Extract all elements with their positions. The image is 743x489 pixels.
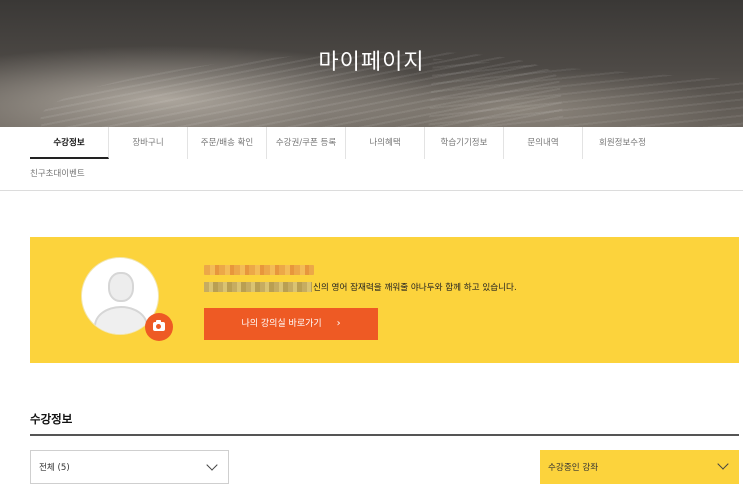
hero-banner: 마이페이지 <box>0 0 743 127</box>
avatar-body-shape <box>94 306 148 334</box>
tab-row-2: 친구초대이벤트 <box>30 163 120 185</box>
profile-message-line: 신의 영어 잠재력을 깨워줄 야나두와 함께 하고 있습니다. <box>204 281 517 293</box>
avatar-placeholder-icon <box>108 272 134 302</box>
tab-cart[interactable]: 장바구니 <box>109 127 188 159</box>
mypage-tab-nav: 수강정보 장바구니 주문/배송 확인 수강권/쿠폰 등록 나의혜택 학습기기정보… <box>0 127 743 191</box>
section-divider <box>30 434 739 436</box>
blurred-user-prefix <box>204 282 312 292</box>
camera-icon[interactable] <box>145 313 173 341</box>
profile-card: 신의 영어 잠재력을 깨워줄 야나두와 함께 하고 있습니다. 나의 강의실 바… <box>30 237 739 363</box>
course-filter-select[interactable]: 전체 (5) <box>30 450 229 484</box>
course-status-select[interactable]: 수강중인 강좌 <box>540 450 739 484</box>
tab-coupon-register[interactable]: 수강권/쿠폰 등록 <box>267 127 346 159</box>
my-classroom-button[interactable]: 나의 강의실 바로가기 › <box>204 308 378 340</box>
chevron-down-icon <box>206 459 218 471</box>
tab-inquiries[interactable]: 문의내역 <box>504 127 583 159</box>
course-filter-value: 전체 (5) <box>39 463 70 473</box>
tab-order-delivery[interactable]: 주문/배송 확인 <box>188 127 267 159</box>
tab-my-benefits[interactable]: 나의혜택 <box>346 127 425 159</box>
camera-lens-shape <box>156 324 161 329</box>
my-classroom-button-label: 나의 강의실 바로가기 <box>241 319 322 329</box>
tab-member-edit[interactable]: 회원정보수정 <box>583 127 662 159</box>
profile-message: 신의 영어 잠재력을 깨워줄 야나두와 함께 하고 있습니다. <box>313 283 517 293</box>
tab-device-info[interactable]: 학습기기정보 <box>425 127 504 159</box>
tab-course-info[interactable]: 수강정보 <box>30 127 109 159</box>
page-title: 마이페이지 <box>318 50 425 75</box>
chevron-down-icon <box>717 458 729 470</box>
course-status-value: 수강중인 강좌 <box>548 463 599 473</box>
tab-row-1: 수강정보 장바구니 주문/배송 확인 수강권/쿠폰 등록 나의혜택 학습기기정보… <box>30 127 662 159</box>
blurred-user-name <box>204 265 314 275</box>
tab-friend-invite[interactable]: 친구초대이벤트 <box>30 163 120 185</box>
section-title: 수강정보 <box>30 412 73 426</box>
chevron-right-icon: › <box>336 318 341 329</box>
